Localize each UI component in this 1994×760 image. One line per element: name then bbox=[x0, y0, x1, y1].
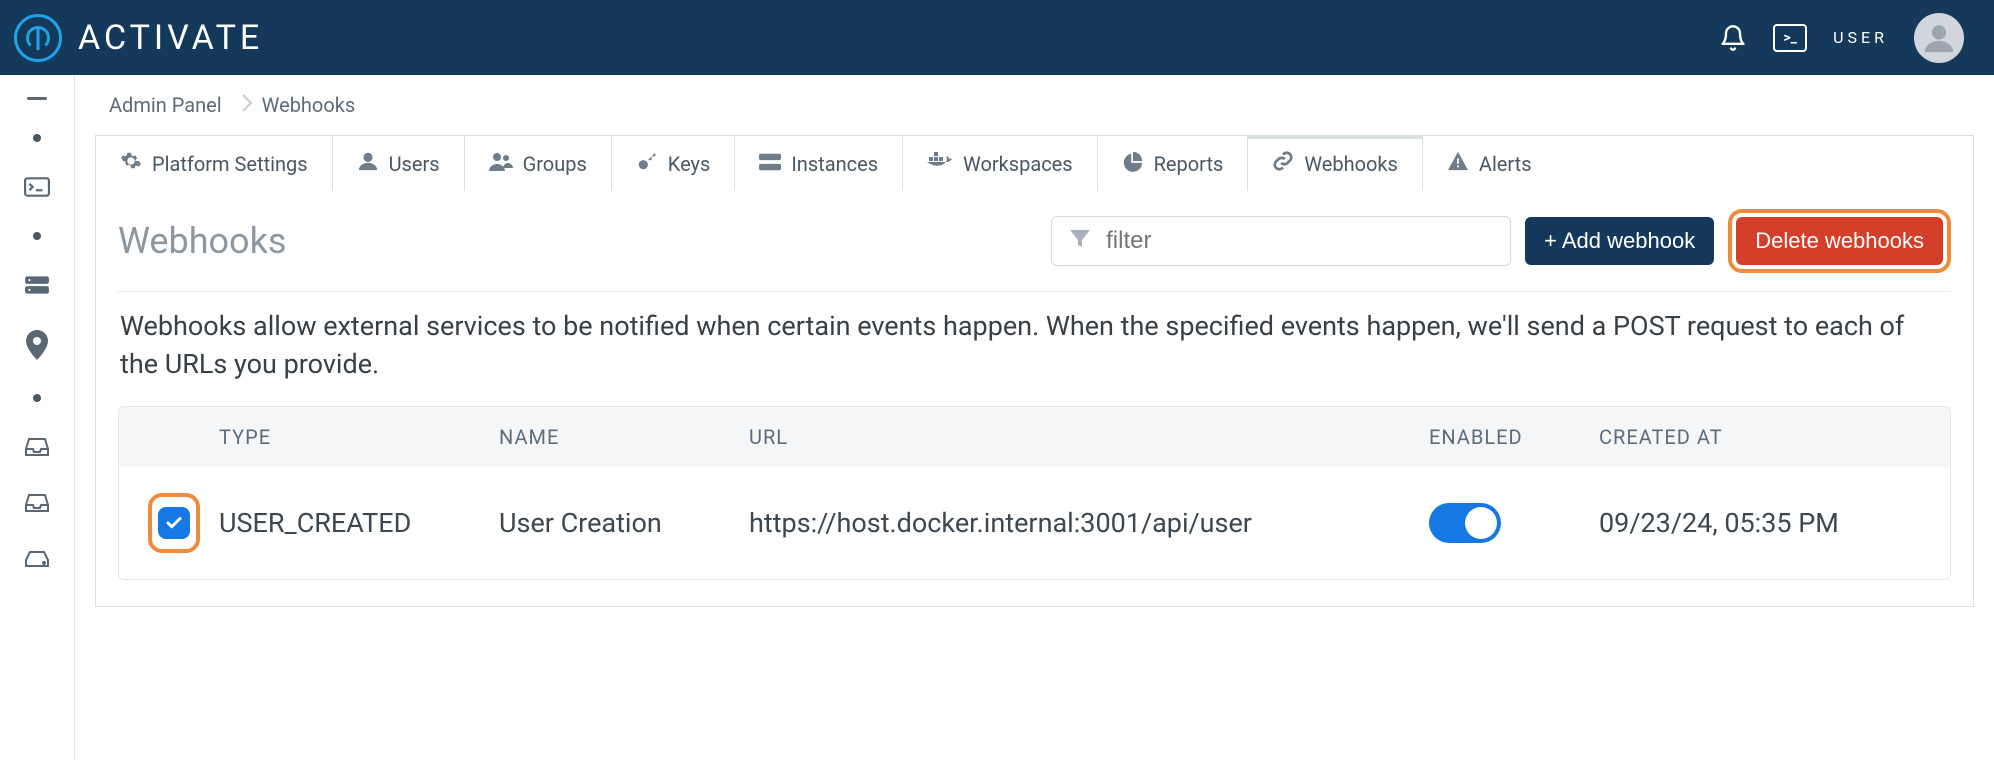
delete-button-highlight: Delete webhooks bbox=[1728, 209, 1951, 273]
brand-logo-icon bbox=[14, 14, 62, 62]
panel-title: Webhooks bbox=[118, 220, 286, 262]
row-enabled-toggle[interactable] bbox=[1429, 503, 1501, 543]
brand-text: ACTIVATE bbox=[78, 18, 263, 58]
rail-inbox-2-icon[interactable] bbox=[0, 492, 74, 514]
delete-webhooks-button[interactable]: Delete webhooks bbox=[1736, 217, 1943, 265]
row-type: USER_CREATED bbox=[209, 507, 489, 539]
alert-icon bbox=[1447, 151, 1469, 176]
breadcrumb-current: Webhooks bbox=[258, 89, 370, 121]
tab-label: Webhooks bbox=[1304, 152, 1398, 176]
user-avatar[interactable] bbox=[1914, 13, 1964, 63]
tab-label: Platform Settings bbox=[152, 152, 308, 176]
tab-users[interactable]: Users bbox=[333, 136, 465, 191]
chevron-right-icon bbox=[236, 93, 258, 117]
rail-dot-2[interactable] bbox=[0, 232, 74, 240]
pie-chart-icon bbox=[1122, 150, 1144, 177]
check-icon bbox=[165, 514, 183, 532]
link-icon bbox=[1272, 150, 1294, 177]
webhooks-panel: Webhooks + Add webhook Delete webhooks W… bbox=[95, 191, 1974, 607]
tab-label: Reports bbox=[1154, 152, 1224, 176]
tab-alerts[interactable]: Alerts bbox=[1423, 136, 1556, 191]
row-checkbox[interactable] bbox=[158, 507, 190, 539]
col-header-type: TYPE bbox=[209, 425, 489, 449]
docker-icon bbox=[927, 151, 953, 176]
rail-drive-icon[interactable] bbox=[0, 548, 74, 570]
breadcrumb-root[interactable]: Admin Panel bbox=[105, 89, 236, 121]
tab-keys[interactable]: Keys bbox=[612, 136, 736, 191]
row-name: User Creation bbox=[489, 507, 739, 539]
tab-label: Instances bbox=[791, 152, 878, 176]
notifications-icon[interactable] bbox=[1719, 24, 1747, 52]
key-icon bbox=[636, 150, 658, 177]
filter-icon bbox=[1068, 227, 1092, 255]
tab-bar: Platform Settings Users Groups Keys Inst… bbox=[95, 135, 1974, 191]
rail-dot-1[interactable] bbox=[0, 134, 74, 142]
row-created: 09/23/24, 05:35 PM bbox=[1589, 507, 1940, 539]
webhooks-table: TYPE NAME URL ENABLED CREATED AT USER bbox=[118, 406, 1951, 580]
users-group-icon bbox=[489, 151, 513, 176]
tab-platform-settings[interactable]: Platform Settings bbox=[96, 136, 333, 191]
tab-label: Groups bbox=[523, 152, 587, 176]
rail-location-icon[interactable] bbox=[0, 330, 74, 360]
rail-terminal-icon[interactable] bbox=[0, 176, 74, 198]
tab-label: Alerts bbox=[1479, 152, 1532, 176]
tab-workspaces[interactable]: Workspaces bbox=[903, 136, 1098, 191]
rail-collapse-icon[interactable] bbox=[0, 97, 74, 100]
rail-inbox-1-icon[interactable] bbox=[0, 436, 74, 458]
row-url: https://host.docker.internal:3001/api/us… bbox=[739, 507, 1419, 539]
add-webhook-button[interactable]: + Add webhook bbox=[1525, 217, 1714, 265]
tab-label: Keys bbox=[668, 152, 711, 176]
col-header-url: URL bbox=[739, 425, 1419, 449]
tab-instances[interactable]: Instances bbox=[735, 136, 903, 191]
topbar: ACTIVATE >_ USER bbox=[0, 0, 1994, 75]
rail-server-icon[interactable] bbox=[0, 274, 74, 296]
user-label: USER bbox=[1833, 28, 1888, 47]
panel-description: Webhooks allow external services to be n… bbox=[118, 292, 1951, 406]
filter-box[interactable] bbox=[1051, 216, 1511, 266]
tab-groups[interactable]: Groups bbox=[465, 136, 612, 191]
breadcrumb: Admin Panel Webhooks bbox=[105, 89, 1974, 121]
terminal-icon[interactable]: >_ bbox=[1773, 24, 1807, 52]
rail-dot-3[interactable] bbox=[0, 394, 74, 402]
filter-input[interactable] bbox=[1106, 227, 1494, 255]
col-header-enabled: ENABLED bbox=[1419, 425, 1589, 449]
table-row[interactable]: USER_CREATED User Creation https://host.… bbox=[119, 467, 1950, 579]
brand[interactable]: ACTIVATE bbox=[14, 14, 263, 62]
checkbox-highlight bbox=[148, 493, 200, 553]
tab-label: Users bbox=[389, 152, 440, 176]
table-header: TYPE NAME URL ENABLED CREATED AT bbox=[119, 407, 1950, 467]
server-icon bbox=[759, 152, 781, 176]
col-header-created: CREATED AT bbox=[1589, 425, 1940, 449]
tab-reports[interactable]: Reports bbox=[1098, 136, 1249, 191]
gear-icon bbox=[120, 150, 142, 177]
col-header-name: NAME bbox=[489, 425, 739, 449]
tab-webhooks[interactable]: Webhooks bbox=[1248, 136, 1423, 191]
left-rail bbox=[0, 75, 75, 760]
user-icon bbox=[357, 150, 379, 177]
tab-label: Workspaces bbox=[963, 152, 1073, 176]
